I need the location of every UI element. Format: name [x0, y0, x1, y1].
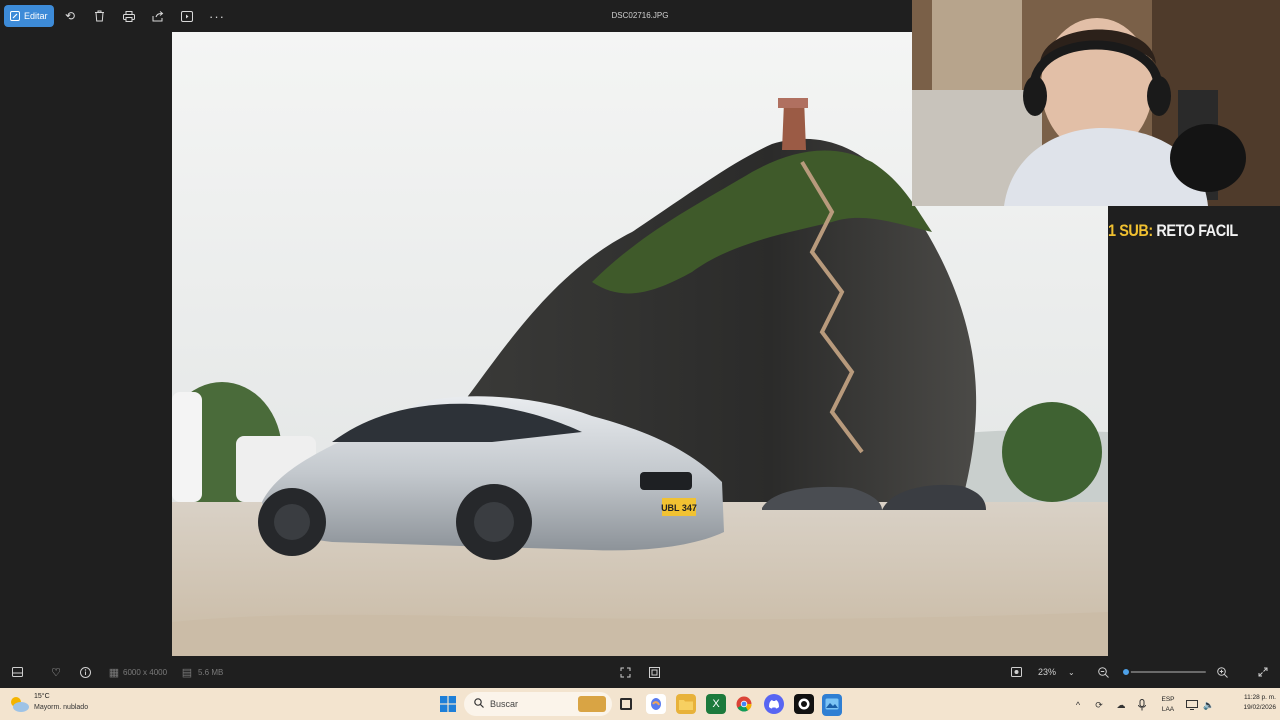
zoom-select[interactable]: 23% ⌄ — [1032, 664, 1086, 680]
weather-cloud-icon[interactable] — [8, 694, 30, 714]
weather-description[interactable]: Mayorm. nublado — [34, 704, 88, 711]
zoom-out-icon[interactable] — [1095, 664, 1111, 680]
zoom-value: 23% — [1038, 667, 1057, 677]
monitor-icon[interactable] — [1185, 698, 1199, 712]
zoom-in-icon[interactable] — [1214, 664, 1230, 680]
zoom-slider[interactable] — [1121, 667, 1206, 677]
file-explorer-icon[interactable] — [676, 694, 696, 714]
task-view-icon[interactable] — [616, 694, 636, 714]
discord-icon[interactable] — [764, 694, 784, 714]
file-size: 5.6 MB — [198, 668, 224, 677]
excel-icon[interactable]: X — [706, 694, 726, 714]
favorite-icon[interactable]: ♡ — [48, 664, 64, 680]
weather-temperature[interactable]: 15°C — [34, 693, 50, 700]
sub-text: RETO FACIL — [1156, 221, 1238, 240]
windows-taskbar: 15°C Mayorm. nublado Buscar X ^ ⟳ ☁ ESP … — [0, 688, 1280, 720]
rotate-icon[interactable]: ⟲ — [62, 8, 78, 24]
clock-time: 11:28 p. m. — [1243, 694, 1276, 701]
file-name: DSC02716.JPG — [611, 11, 669, 20]
keyboard-layout[interactable]: LAA — [1156, 706, 1180, 713]
share-icon[interactable] — [150, 8, 166, 24]
subscriber-banner: 1 SUB: RETO FACIL — [1108, 221, 1244, 247]
search-highlight-icon — [578, 696, 606, 712]
info-icon[interactable] — [77, 664, 93, 680]
photos-app-icon[interactable] — [822, 694, 842, 716]
sync-icon[interactable]: ⟳ — [1092, 698, 1106, 712]
taskbar-search[interactable]: Buscar — [464, 692, 612, 716]
chevron-up-icon[interactable]: ^ — [1071, 698, 1085, 712]
image-dimensions: 6000 x 4000 — [123, 668, 168, 677]
edit-button[interactable]: Editar — [4, 5, 54, 27]
sub-prefix: 1 SUB: — [1108, 221, 1153, 240]
print-icon[interactable] — [121, 8, 137, 24]
cloud-icon[interactable]: ☁ — [1114, 698, 1128, 712]
dimensions-icon: ▦ — [108, 666, 120, 679]
edit-label: Editar — [24, 11, 48, 21]
chrome-icon[interactable] — [734, 694, 754, 714]
microphone-icon[interactable] — [1135, 698, 1149, 712]
filmstrip-icon[interactable] — [9, 664, 25, 680]
search-placeholder: Buscar — [490, 699, 519, 709]
delete-icon[interactable] — [91, 8, 107, 24]
actual-size-icon[interactable] — [646, 664, 662, 680]
fit-icon[interactable] — [617, 664, 633, 680]
screenshot-icon[interactable] — [1008, 664, 1024, 680]
volume-icon[interactable]: 🔈 — [1202, 698, 1216, 712]
github-icon[interactable] — [794, 694, 814, 714]
clock-date: 19/02/2026 — [1243, 704, 1276, 711]
license-plate: UBL 347 — [661, 503, 697, 513]
webcam-overlay — [912, 0, 1280, 206]
chevron-down-icon: ⌄ — [1068, 667, 1075, 677]
slideshow-icon[interactable] — [179, 8, 195, 24]
start-windows-icon[interactable] — [438, 694, 458, 714]
edit-icon — [10, 11, 20, 21]
fullscreen-icon[interactable] — [1255, 664, 1271, 680]
file-size-icon: ▤ — [181, 666, 193, 679]
language-code[interactable]: ESP — [1156, 696, 1180, 703]
more-icon[interactable]: ··· — [209, 8, 225, 24]
system-clock[interactable]: 11:28 p. m. 19/02/2026 — [1220, 693, 1276, 713]
search-icon — [474, 698, 484, 710]
copilot-icon[interactable] — [646, 694, 666, 714]
